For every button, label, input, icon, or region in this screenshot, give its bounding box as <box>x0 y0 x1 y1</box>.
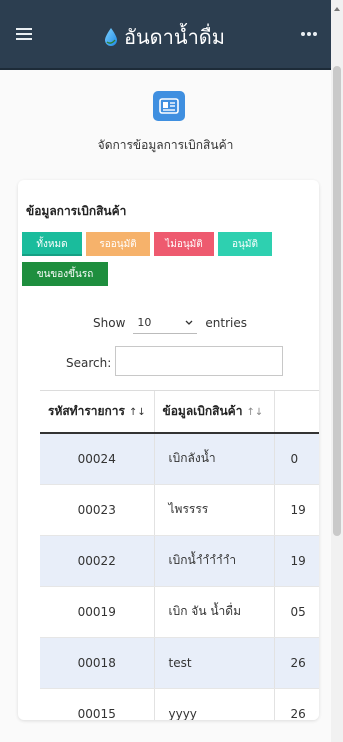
cell-date: 05 <box>274 586 319 638</box>
cell-detail: ไพรรรร <box>154 484 275 536</box>
table-container[interactable]: รหัสทำรายการ ↑↓ ข้อมูลเบิกสินค้า ↑↓ 00024 … <box>40 390 319 720</box>
column-header-code[interactable]: รหัสทำรายการ ↑↓ <box>40 391 155 434</box>
cell-date: 0 <box>274 433 319 485</box>
scrollbar-thumb[interactable] <box>333 66 341 536</box>
filter-loading-button[interactable]: ขนของขึ้นรถ <box>22 262 108 286</box>
cell-date: 26 <box>274 637 319 689</box>
withdraw-card: ข้อมูลการเบิกสินค้า ทั้งหมด รออนุมัติ ไม… <box>18 180 319 720</box>
cell-code: 00015 <box>40 688 155 720</box>
cell-code: 00024 <box>40 433 155 485</box>
search-input[interactable] <box>115 346 283 376</box>
filter-pending-button[interactable]: รออนุมัติ <box>86 232 150 256</box>
table-row[interactable]: 00022 เบิกน้ำำำำำำ 19 <box>40 535 319 587</box>
table-row[interactable]: 00018 test 26 <box>40 637 319 689</box>
table-row[interactable]: 00015 yyyy 26 <box>40 688 319 720</box>
entries-value: 10 <box>137 316 152 329</box>
table-header-row: รหัสทำรายการ ↑↓ ข้อมูลเบิกสินค้า ↑↓ <box>40 391 319 434</box>
scroll-up-arrow-icon[interactable] <box>331 4 343 14</box>
sort-icon: ↑↓ <box>129 407 146 418</box>
filter-all-button[interactable]: ทั้งหมด <box>22 232 82 256</box>
cell-code: 00019 <box>40 586 155 638</box>
column-header-detail[interactable]: ข้อมูลเบิกสินค้า ↑↓ <box>154 391 275 434</box>
cell-code: 00022 <box>40 535 155 587</box>
sort-icon: ↑↓ <box>246 407 264 418</box>
entries-control: Show 10 entries <box>93 312 247 334</box>
table-row[interactable]: 00019 เบิก จัน น้ำดื่ม 05 <box>40 586 319 638</box>
more-dots-icon[interactable] <box>301 32 317 36</box>
cell-detail: yyyy <box>154 688 275 720</box>
top-navbar: อันดาน้ำดื่ม <box>0 0 331 70</box>
cell-code: 00018 <box>40 637 155 689</box>
hamburger-icon[interactable] <box>16 28 32 40</box>
water-drop-icon <box>105 28 117 46</box>
cell-code: 00023 <box>40 484 155 536</box>
table-row[interactable]: 00023 ไพรรรร 19 <box>40 484 319 536</box>
cell-detail: เบิก จัน น้ำดื่ม <box>154 586 275 638</box>
scrollbar[interactable] <box>331 0 343 742</box>
entries-label: entries <box>205 316 247 330</box>
filter-rejected-button[interactable]: ไม่อนุมัติ <box>154 232 214 256</box>
cell-date: 26 <box>274 688 319 720</box>
page-title: จัดการข้อมูลการเบิกสินค้า <box>97 138 234 152</box>
cell-detail: เบิกน้ำำำำำำ <box>154 535 275 587</box>
brand[interactable]: อันดาน้ำดื่ม <box>104 24 225 50</box>
cell-date: 19 <box>274 535 319 587</box>
chevron-down-icon <box>185 320 193 325</box>
brand-name: อันดาน้ำดื่ม <box>124 25 225 49</box>
cell-date: 19 <box>274 484 319 536</box>
withdraw-table: รหัสทำรายการ ↑↓ ข้อมูลเบิกสินค้า ↑↓ 00024 … <box>40 391 319 720</box>
card-title: ข้อมูลการเบิกสินค้า <box>26 204 127 218</box>
filter-approved-button[interactable]: อนุมัติ <box>218 232 272 256</box>
search-label: Search: <box>66 356 112 370</box>
entries-select[interactable]: 10 <box>133 312 198 334</box>
cell-detail: test <box>154 637 275 689</box>
id-card-icon <box>153 91 185 121</box>
cell-detail: เบิกลังน้ำ <box>154 433 275 485</box>
table-row[interactable]: 00024 เบิกลังน้ำ 0 <box>40 433 319 485</box>
column-header-date[interactable] <box>274 391 319 434</box>
show-label: Show <box>93 316 126 330</box>
